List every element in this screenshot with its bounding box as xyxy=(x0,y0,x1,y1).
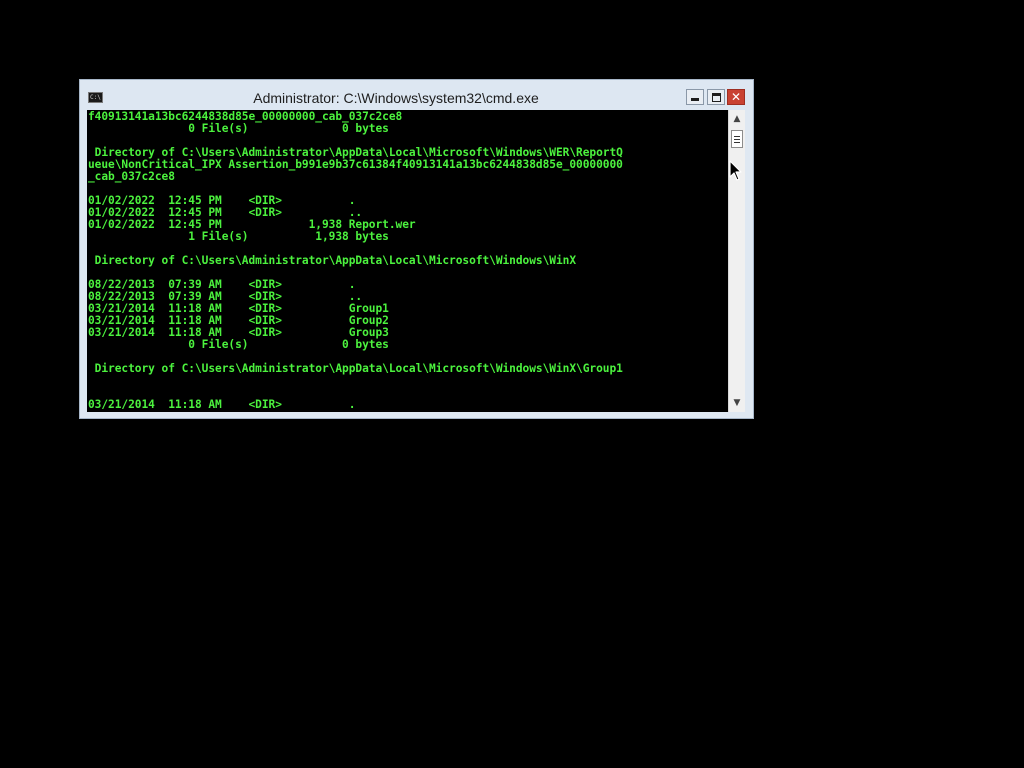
console-line: _cab_037c2ce8 xyxy=(88,170,175,183)
minimize-button[interactable] xyxy=(686,89,704,105)
console-line: Directory of C:\Users\Administrator\AppD… xyxy=(88,362,623,375)
desktop-background: C:\. Administrator: C:\Windows\system32\… xyxy=(0,0,1024,768)
scrollbar-thumb[interactable] xyxy=(731,130,743,148)
close-button[interactable]: ✕ xyxy=(727,89,745,105)
maximize-button[interactable] xyxy=(707,89,725,105)
thumb-grip-line xyxy=(734,139,740,140)
maximize-icon xyxy=(712,93,721,102)
scroll-up-arrow-icon[interactable]: ▲ xyxy=(729,111,745,127)
console-line: 0 File(s) 0 bytes xyxy=(88,122,389,135)
mouse-pointer-icon xyxy=(729,160,742,181)
console-line: 03/21/2014 11:18 AM <DIR> . xyxy=(88,398,356,411)
title-bar[interactable]: C:\. Administrator: C:\Windows\system32\… xyxy=(80,80,753,110)
vertical-scrollbar[interactable]: ▲ ▼ xyxy=(728,110,745,412)
minimize-icon xyxy=(691,98,699,101)
cmd-window[interactable]: C:\. Administrator: C:\Windows\system32\… xyxy=(79,79,754,419)
console-output-area[interactable]: f40913141a13bc6244838d85e_00000000_cab_0… xyxy=(87,110,728,412)
thumb-grip-line xyxy=(734,136,740,137)
thumb-grip-line xyxy=(734,142,740,143)
console-text: f40913141a13bc6244838d85e_00000000_cab_0… xyxy=(88,111,623,411)
close-icon: ✕ xyxy=(730,90,742,104)
console-line: Directory of C:\Users\Administrator\AppD… xyxy=(88,254,577,267)
console-line: 1 File(s) 1,938 bytes xyxy=(88,230,389,243)
window-title: Administrator: C:\Windows\system32\cmd.e… xyxy=(253,90,539,106)
scroll-down-arrow-icon[interactable]: ▼ xyxy=(729,395,745,411)
console-line: 0 File(s) 0 bytes xyxy=(88,338,389,351)
